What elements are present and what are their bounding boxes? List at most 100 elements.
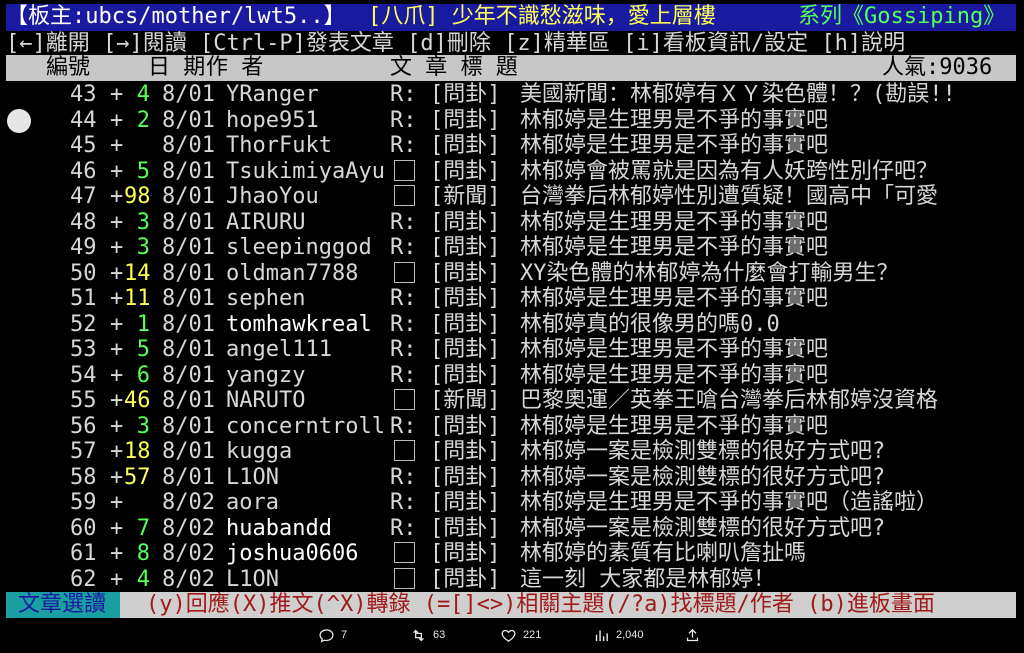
article-tag: [問卦] xyxy=(430,235,501,260)
article-date: 8/01 xyxy=(162,286,215,311)
recommend-score: 11 xyxy=(124,286,151,311)
article-title: 林郁婷一案是檢測雙標的很好方式吧? xyxy=(520,464,886,490)
article-date: 8/01 xyxy=(162,362,215,388)
article-date: 8/02 xyxy=(162,566,215,592)
article-author: kugga xyxy=(226,439,293,464)
article-number: 44 xyxy=(70,107,97,133)
recommend-sign: + xyxy=(110,209,124,235)
article-title: 林郁婷是生理男是不爭的事實吧 xyxy=(520,286,829,311)
article-tag: [問卦] xyxy=(430,286,501,311)
article-date: 8/01 xyxy=(162,260,215,286)
recommend-score: 3 xyxy=(136,413,150,439)
selection-cursor-icon xyxy=(7,109,31,133)
repost-count: 63 xyxy=(433,629,446,641)
article-title: 林郁婷的素質有比喇叭詹扯嗎 xyxy=(520,541,807,566)
new-article-box-icon xyxy=(394,439,415,465)
article-tag: [問卦] xyxy=(430,541,501,566)
social-action-bar: 7 63 221 2,040 xyxy=(0,618,1024,653)
reply-button[interactable]: 7 xyxy=(318,626,347,644)
footer-bar: 文章選讀 (y)回應(X)推文(^X)轉錄 (=[]<>)相關主題(/?a)找標… xyxy=(6,592,1016,618)
article-title: 台灣拳后林郁婷性別遭質疑！國高中「可愛 xyxy=(520,184,939,209)
new-article-box-icon xyxy=(394,184,415,210)
article-tag: [問卦] xyxy=(430,566,501,592)
article-tag: [問卦] xyxy=(430,260,501,286)
article-tag: [問卦] xyxy=(430,107,501,133)
article-number: 57 xyxy=(70,439,97,464)
recommend-sign: + xyxy=(110,388,124,413)
article-tag: [問卦] xyxy=(430,464,501,490)
article-author: concerntroll xyxy=(226,413,385,439)
reply-mark: R: xyxy=(390,337,417,362)
article-tag: [問卦] xyxy=(430,515,501,541)
article-date: 8/02 xyxy=(162,541,215,566)
article-number: 47 xyxy=(70,184,97,209)
reply-mark: R: xyxy=(390,311,417,337)
article-author: AIRURU xyxy=(226,209,306,235)
article-tag: [問卦] xyxy=(430,133,501,158)
reply-icon xyxy=(319,628,334,643)
like-button[interactable]: 221 xyxy=(500,626,541,644)
article-author: aora xyxy=(226,490,279,515)
article-date: 8/01 xyxy=(162,158,215,184)
article-number: 49 xyxy=(70,235,97,260)
col-author: 作 者 xyxy=(206,55,264,80)
article-date: 8/01 xyxy=(162,82,215,107)
recommend-sign: + xyxy=(110,464,124,490)
heart-icon xyxy=(501,629,516,642)
recommend-sign: + xyxy=(110,235,124,260)
article-tag: [問卦] xyxy=(430,362,501,388)
recommend-sign: + xyxy=(110,133,124,158)
reply-mark: R: xyxy=(390,107,417,133)
recommend-sign: + xyxy=(110,82,124,107)
recommend-sign: + xyxy=(110,158,124,184)
article-author: angel111 xyxy=(226,337,332,362)
article-author: NARUTO xyxy=(226,388,306,413)
article-date: 8/01 xyxy=(162,388,215,413)
repost-button[interactable]: 63 xyxy=(410,626,445,644)
footer-hints: (y)回應(X)推文(^X)轉錄 (=[]<>)相關主題(/?a)找標題/作者 … xyxy=(146,592,935,617)
reply-mark: R: xyxy=(390,209,417,235)
bar-chart-icon xyxy=(595,630,608,641)
article-title: 美國新聞：林郁婷有ＸＹ染色體！？(勘誤!! xyxy=(520,82,956,107)
article-number: 45 xyxy=(70,133,97,158)
article-author: JhaoYou xyxy=(226,184,319,209)
article-date: 8/01 xyxy=(162,184,215,209)
article-title: 林郁婷是生理男是不爭的事實吧 xyxy=(520,413,829,439)
recommend-sign: + xyxy=(110,260,124,286)
article-author: TsukimiyaAyu xyxy=(226,158,385,184)
article-number: 52 xyxy=(70,311,97,337)
article-number: 60 xyxy=(70,515,97,541)
recommend-sign: + xyxy=(110,286,124,311)
recommend-score: 7 xyxy=(136,515,150,541)
article-number: 56 xyxy=(70,413,97,439)
article-title: 林郁婷真的很像男的嗎0.0 xyxy=(520,311,780,337)
new-article-box-icon xyxy=(394,159,415,185)
recommend-sign: + xyxy=(110,413,124,439)
article-number: 48 xyxy=(70,209,97,235)
article-tag: [問卦] xyxy=(430,337,501,362)
reply-mark: R: xyxy=(390,82,417,107)
views-button[interactable]: 2,040 xyxy=(593,626,644,644)
recommend-score: 14 xyxy=(124,260,151,286)
article-date: 8/01 xyxy=(162,133,215,158)
article-author: sephen xyxy=(226,286,306,311)
article-author: oldman7788 xyxy=(226,260,359,286)
recommend-sign: + xyxy=(110,184,124,209)
recommend-sign: + xyxy=(110,566,124,592)
article-author: yangzy xyxy=(226,362,306,388)
view-count: 2,040 xyxy=(616,629,644,641)
article-author: L1ON xyxy=(226,464,279,490)
article-title: 林郁婷是生理男是不爭的事實吧 xyxy=(520,133,829,158)
column-header: 編號 日 期 作 者 文 章 標 題 人氣:9036 xyxy=(6,55,1016,81)
article-number: 46 xyxy=(70,158,97,184)
col-num: 編號 xyxy=(46,55,91,80)
article-tag: [問卦] xyxy=(430,413,501,439)
reply-mark: R: xyxy=(390,413,417,439)
article-number: 50 xyxy=(70,260,97,286)
new-article-box-icon xyxy=(394,388,415,414)
article-author: YRanger xyxy=(226,82,319,107)
article-title: 林郁婷一案是檢測雙標的很好方式吧? xyxy=(520,515,886,541)
recommend-score: 46 xyxy=(124,388,151,413)
recommend-score: 4 xyxy=(136,566,150,592)
share-button[interactable] xyxy=(684,626,701,644)
